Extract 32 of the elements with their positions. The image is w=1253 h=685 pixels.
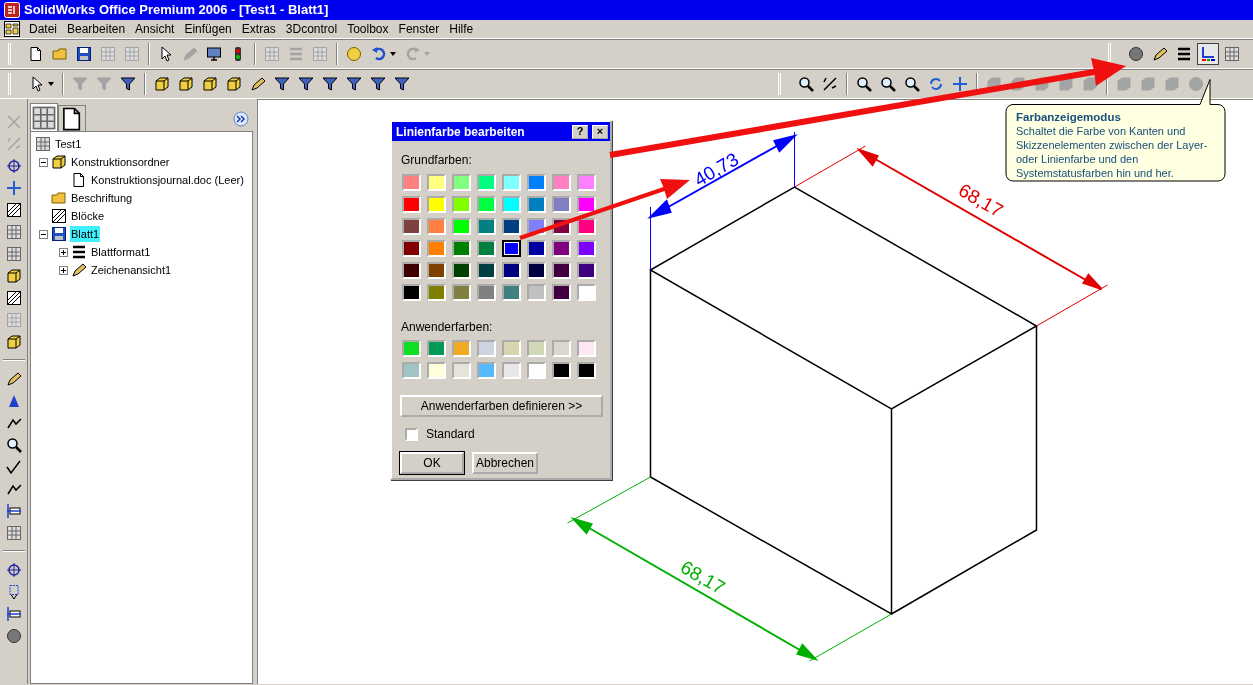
tree-item[interactable]: Blattformat1 <box>90 243 152 261</box>
tooltip-title: Farbanzeigemodus <box>1016 110 1122 124</box>
close-button[interactable]: × <box>592 124 608 139</box>
tooltip-text: Schaltet die Farbe von Kanten und Skizzenelementen zwischen der Layer- oder Linienfarbe und den Systemstatusfarben hin und her. <box>1016 124 1209 180</box>
menu-item[interactable]: Extras <box>236 20 281 38</box>
menu-item[interactable]: Einfügen <box>179 20 237 38</box>
menu-item[interactable]: Fenster <box>393 20 445 38</box>
tree-item[interactable]: Test1 <box>54 135 83 153</box>
tree-item[interactable]: Blöcke <box>70 207 106 225</box>
tree-item[interactable]: Konstruktionsordner <box>70 153 171 171</box>
define-colors-button[interactable]: Anwenderfarben definieren >> <box>400 395 603 417</box>
menu-item[interactable]: Datei <box>24 20 62 38</box>
tree-item[interactable]: Zeichenansicht1 <box>90 261 173 279</box>
tree-item[interactable]: Konstruktionsjournal.doc (Leer) <box>90 171 245 189</box>
menu-item[interactable]: Ansicht <box>130 20 180 38</box>
cancel-button[interactable]: Abbrechen <box>472 452 538 474</box>
menu-item[interactable]: Bearbeiten <box>62 20 131 38</box>
menu-item[interactable]: 3Dcontrol <box>280 20 343 38</box>
menu-item[interactable]: Toolbox <box>342 20 394 38</box>
tree-item[interactable]: Beschriftung <box>70 189 134 207</box>
tree-item[interactable]: Blatt1 <box>70 225 101 243</box>
dimension-value: 68,17 <box>954 179 1007 222</box>
window-title: SolidWorks Office Premium 2006 - [Test1 - Blatt1] <box>24 1 329 20</box>
dimension-value: 40,73 <box>690 148 743 191</box>
checkbox-label: Standard <box>426 426 475 443</box>
help-button[interactable]: ? <box>572 124 588 139</box>
menu-item[interactable]: Hilfe <box>444 20 479 38</box>
section-label: Anwenderfarben: <box>400 319 494 336</box>
section-label: Grundfarben: <box>400 152 473 169</box>
ok-button[interactable]: OK <box>400 452 464 474</box>
dimension-value: 68,17 <box>676 556 729 599</box>
dialog-title: Linienfarbe bearbeiten <box>396 123 525 141</box>
